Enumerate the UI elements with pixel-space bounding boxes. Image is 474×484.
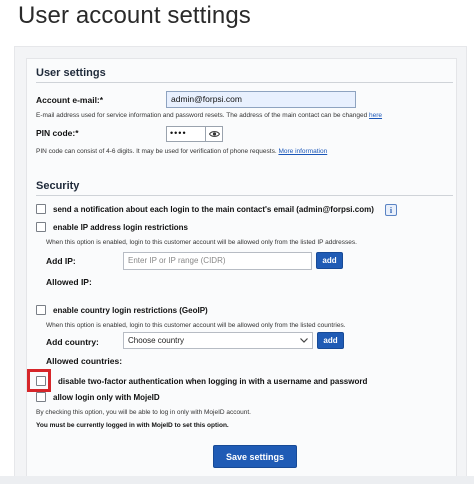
country-restrictions-row: enable country login restrictions (GeoIP… xyxy=(36,305,208,315)
section-divider xyxy=(36,82,453,83)
pin-hint-text: PIN code can consist of 4-6 digits. It m… xyxy=(36,148,277,155)
mojeid-row: allow login only with MojeID xyxy=(36,392,160,402)
notify-login-row: send a notification about each login to … xyxy=(36,204,374,214)
country-restrictions-label: enable country login restrictions (GeoIP… xyxy=(53,305,208,315)
ip-restrictions-hint: When this option is enabled, login to th… xyxy=(46,239,357,246)
show-pin-button[interactable] xyxy=(206,126,223,142)
pin-label: PIN code:* xyxy=(36,128,79,138)
allowed-ip-label: Allowed IP: xyxy=(46,277,92,287)
info-icon: i xyxy=(389,205,393,215)
highlight-box xyxy=(27,369,51,392)
country-restrictions-hint: When this option is enabled, login to th… xyxy=(46,322,346,329)
add-country-label: Add country: xyxy=(46,337,99,347)
mojeid-hint: By checking this option, you will be abl… xyxy=(36,409,251,416)
notify-login-label: send a notification about each login to … xyxy=(53,204,374,214)
ip-input[interactable]: Enter IP or IP range (CIDR) xyxy=(123,252,312,270)
mojeid-checkbox[interactable] xyxy=(36,392,46,402)
notify-login-checkbox[interactable] xyxy=(36,204,46,214)
ip-restrictions-row: enable IP address login restrictions xyxy=(36,222,188,232)
pin-field[interactable]: •••• xyxy=(166,126,206,142)
add-ip-button[interactable]: add xyxy=(316,252,343,269)
email-label: Account e-mail:* xyxy=(36,95,104,105)
ip-restrictions-label: enable IP address login restrictions xyxy=(53,222,189,232)
eye-icon xyxy=(208,131,220,137)
user-settings-heading: User settings xyxy=(36,67,106,79)
country-restrictions-checkbox[interactable] xyxy=(36,305,46,315)
country-select[interactable]: Choose country xyxy=(123,332,313,349)
country-select-value: Choose country xyxy=(128,336,185,345)
allowed-countries-label: Allowed countries: xyxy=(46,356,123,366)
section-divider xyxy=(36,195,453,196)
email-hint: E-mail address used for service informat… xyxy=(36,112,382,119)
pin-more-info-link[interactable]: More information xyxy=(278,148,327,155)
chevron-down-icon xyxy=(300,338,308,343)
info-button[interactable]: i xyxy=(385,204,397,216)
mojeid-note: You must be currently logged in with Moj… xyxy=(36,422,229,429)
mojeid-label: allow login only with MojeID xyxy=(53,392,160,402)
add-ip-label: Add IP: xyxy=(46,256,76,266)
ip-restrictions-checkbox[interactable] xyxy=(36,222,46,232)
email-field[interactable]: admin@forpsi.com xyxy=(166,91,356,108)
disable-2fa-row: disable two-factor authentication when l… xyxy=(36,376,367,386)
page-title: User account settings xyxy=(18,2,251,29)
add-country-button[interactable]: add xyxy=(317,332,344,349)
save-settings-button[interactable]: Save settings xyxy=(213,445,297,468)
security-heading: Security xyxy=(36,180,80,192)
disable-2fa-label: disable two-factor authentication when l… xyxy=(58,376,368,386)
bottom-strip xyxy=(0,476,474,484)
email-hint-text: E-mail address used for service informat… xyxy=(36,112,368,119)
email-change-link[interactable]: here xyxy=(369,112,382,119)
pin-hint: PIN code can consist of 4-6 digits. It m… xyxy=(36,148,327,155)
